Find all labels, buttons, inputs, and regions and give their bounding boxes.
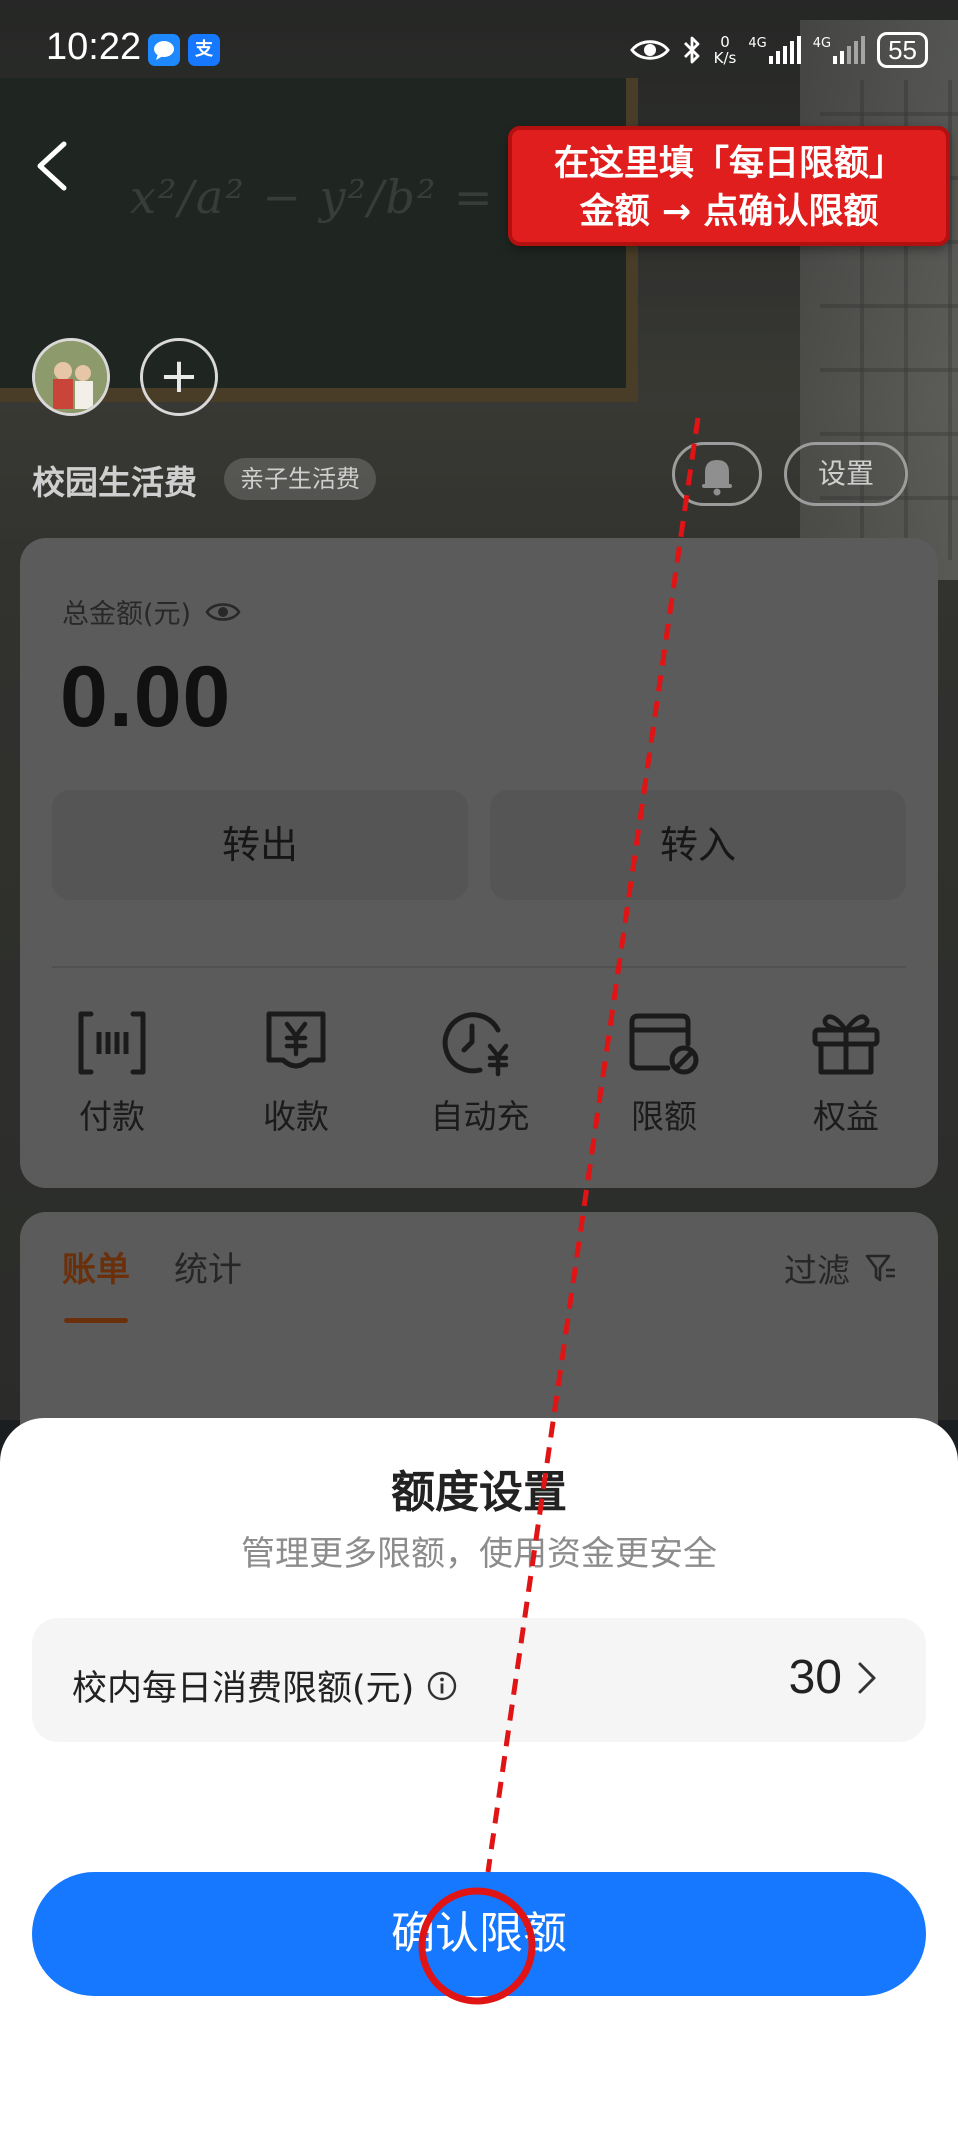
limit-settings-sheet [0,1418,958,2129]
daily-limit-label: 校内每日消费限额(元) [72,1669,415,1709]
callout-line-1: 在这里填「每日限额」 [553,144,904,184]
account-name: 校园生活费 [32,463,197,502]
bell-icon [702,460,732,496]
daily-limit-label-row: 校内每日消费限额(元) [72,1660,458,1711]
status-time: 10:22 [46,26,142,68]
network-type: 4G [812,36,832,51]
net-speed: 0 K/s [714,34,737,66]
net-speed-value: 0 [720,33,730,51]
message-app-icon [148,34,180,66]
bluetooth-icon [683,36,700,64]
notification-button[interactable] [672,442,762,506]
alipay-icon: 支 [188,34,220,66]
signal-2: 4G [812,36,866,64]
instruction-callout: 在这里填「每日限额」 金额 → 点确认限额 [508,126,950,246]
daily-limit-value: 30 [788,1651,842,1704]
add-member-button[interactable]: + [140,338,218,416]
sheet-title: 额度设置 [391,1467,567,1518]
callout-line-2: 金额 → 点确认限额 [579,192,879,232]
network-type: 4G [748,36,767,51]
info-icon[interactable] [426,1670,458,1702]
eye-comfort-icon [629,40,670,60]
settings-button[interactable]: 设置 [784,442,908,506]
signal-bars-icon [833,36,866,64]
status-indicators: 0 K/s 4G 4G 55 [629,28,928,72]
net-speed-unit: K/s [713,49,737,67]
confirm-limit-button[interactable]: 确认限额 [32,1872,926,1996]
signal-1: 4G [748,36,801,64]
member-avatar[interactable] [32,338,110,416]
battery-indicator: 55 [877,32,928,68]
avatar-photo-icon [35,341,107,413]
chevron-right-icon [858,1662,876,1693]
account-type-tag: 亲子生活费 [224,458,376,500]
status-bar: 10:22 支 0 K/s 4G 4G 55 [0,0,958,100]
back-arrow-icon[interactable] [30,138,74,194]
daily-limit-value-row[interactable]: 30 [789,1650,878,1705]
signal-bars-icon [768,36,801,64]
sheet-subtitle: 管理更多限额，使用资金更安全 [241,1534,717,1574]
